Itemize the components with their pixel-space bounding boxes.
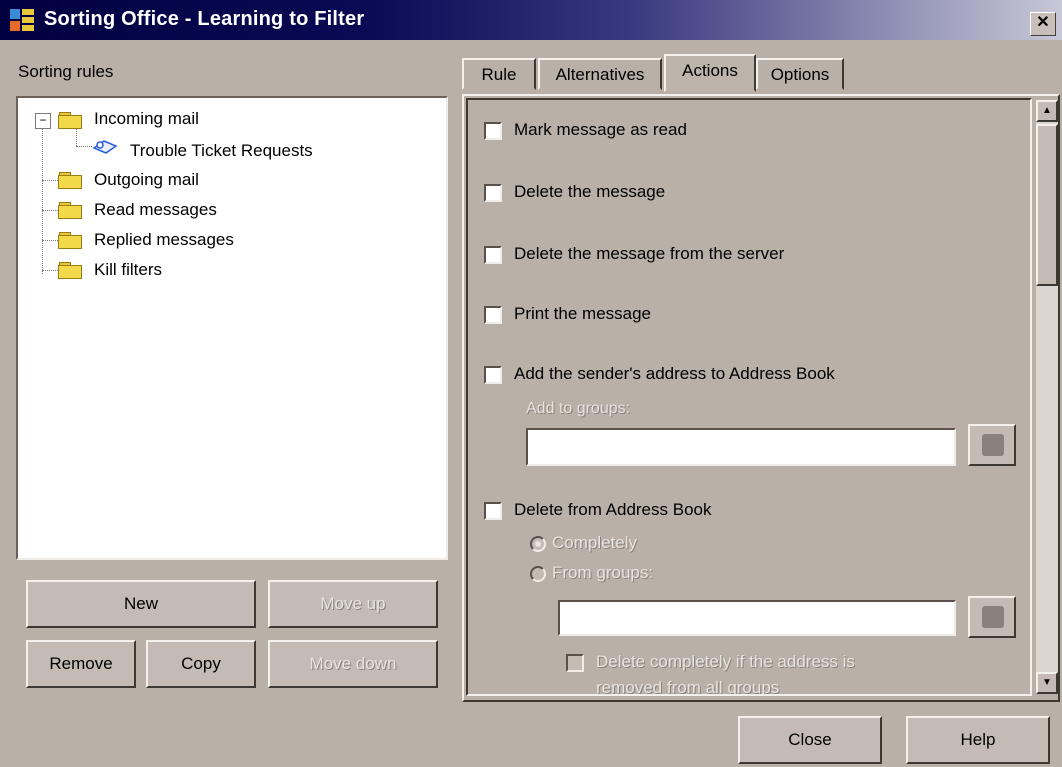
from-groups-label: From groups: [552, 563, 654, 582]
delete-server-label: Delete the message from the server [514, 244, 785, 263]
scroll-up-arrow-icon[interactable]: ▲ [1036, 100, 1058, 122]
move-down-button[interactable]: Move down [268, 640, 438, 688]
address-book-icon [982, 606, 1004, 628]
tree-connector [42, 126, 43, 274]
add-to-groups-label: Add to groups: [526, 400, 631, 417]
tree-connector [42, 180, 58, 181]
delete-completely-checkbox[interactable] [566, 654, 584, 672]
print-message-checkbox[interactable] [484, 306, 502, 324]
actions-scrollbar[interactable]: ▲ ▼ [1036, 100, 1058, 694]
completely-radio[interactable] [530, 536, 546, 552]
from-groups-radio[interactable] [530, 566, 546, 582]
tree-item-trouble-ticket-requests[interactable]: Trouble Ticket Requests [130, 141, 313, 161]
add-sender-label: Add the sender's address to Address Book [514, 364, 835, 383]
collapse-icon[interactable]: − [35, 113, 51, 129]
rules-tree[interactable]: − Incoming mail Trouble Ticket Requests … [16, 96, 448, 560]
add-to-groups-input[interactable] [526, 428, 956, 466]
tree-connector [42, 210, 58, 211]
delete-server-checkbox[interactable] [484, 246, 502, 264]
filter-rule-icon [92, 140, 118, 154]
new-button[interactable]: New [26, 580, 256, 628]
tab-rule[interactable]: Rule [462, 58, 536, 90]
mark-read-label: Mark message as read [514, 120, 687, 139]
delete-completely-label: Delete completely if the address is [596, 652, 855, 671]
tree-connector [42, 240, 58, 241]
from-groups-input[interactable] [558, 600, 956, 636]
help-button[interactable]: Help [906, 716, 1050, 764]
tree-item-incoming-mail[interactable]: Incoming mail [94, 109, 199, 129]
tree-item-read-messages[interactable]: Read messages [94, 200, 217, 220]
delete-from-book-checkbox[interactable] [484, 502, 502, 520]
address-book-icon [982, 434, 1004, 456]
tab-alternatives[interactable]: Alternatives [538, 58, 662, 90]
delete-message-checkbox[interactable] [484, 184, 502, 202]
tree-connector [76, 146, 92, 147]
close-button[interactable]: Close [738, 716, 882, 764]
tree-item-kill-filters[interactable]: Kill filters [94, 260, 162, 280]
copy-button[interactable]: Copy [146, 640, 256, 688]
print-message-label: Print the message [514, 304, 652, 323]
scroll-thumb[interactable] [1036, 124, 1058, 286]
tree-item-outgoing-mail[interactable]: Outgoing mail [94, 170, 199, 190]
folder-icon [58, 112, 82, 129]
address-book-button-2[interactable] [968, 596, 1016, 638]
app-icon [10, 9, 34, 31]
delete-message-label: Delete the message [514, 182, 666, 201]
remove-button[interactable]: Remove [26, 640, 136, 688]
move-up-button[interactable]: Move up [268, 580, 438, 628]
delete-from-book-label: Delete from Address Book [514, 500, 712, 519]
delete-completely-label-2: removed from all groups [596, 678, 780, 696]
scroll-down-arrow-icon[interactable]: ▼ [1036, 672, 1058, 694]
actions-list: Mark message as read Delete the message … [466, 98, 1032, 696]
tab-actions[interactable]: Actions [664, 54, 756, 92]
mark-read-checkbox[interactable] [484, 122, 502, 140]
close-window-icon[interactable]: ✕ [1030, 12, 1056, 36]
tree-connector [42, 270, 58, 271]
completely-label: Completely [552, 533, 638, 552]
folder-icon [58, 172, 82, 189]
tree-connector [76, 128, 77, 146]
folder-icon [58, 202, 82, 219]
window-title: Sorting Office - Learning to Filter [44, 8, 365, 30]
tab-options[interactable]: Options [756, 58, 844, 90]
add-sender-checkbox[interactable] [484, 366, 502, 384]
folder-icon [58, 232, 82, 249]
tree-item-replied-messages[interactable]: Replied messages [94, 230, 234, 250]
sorting-rules-label: Sorting rules [18, 62, 114, 81]
address-book-button[interactable] [968, 424, 1016, 466]
folder-icon [58, 262, 82, 279]
